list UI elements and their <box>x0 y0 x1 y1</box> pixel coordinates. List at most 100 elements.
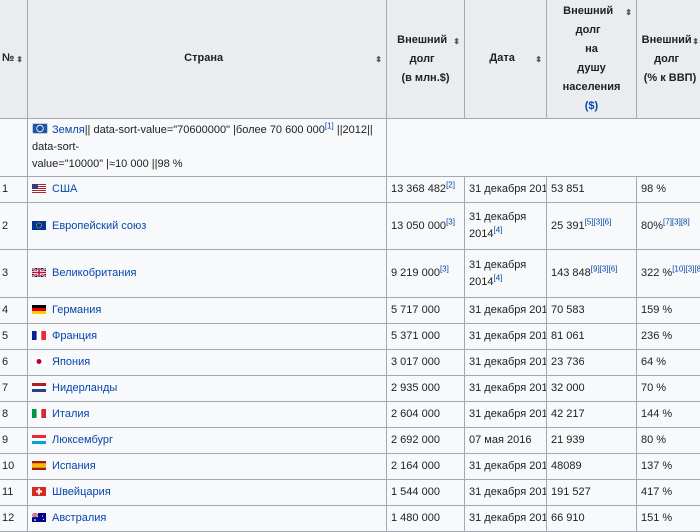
table-row: 11Швейцария1 544 00031 декабря 2012191 5… <box>0 480 700 506</box>
debt-per-capita-header-line2: на <box>551 40 632 59</box>
column-header-country[interactable]: Страна ⬍ <box>28 0 387 119</box>
country-link[interactable]: Испания <box>52 460 96 472</box>
debt-per-capita-cell: 70 583 <box>547 298 637 324</box>
external-debt-ref[interactable]: [3] <box>446 217 455 226</box>
debt-gdp-cell: 70 % <box>637 376 700 402</box>
debt-per-capita-header-line1: Внешний долг <box>551 2 632 40</box>
country-link[interactable]: Великобритания <box>52 267 136 279</box>
external-debt-ref[interactable]: [2] <box>446 180 455 189</box>
row-num-cell: 5 <box>0 324 28 350</box>
date-value: 31 декабря 2012 <box>469 408 547 420</box>
country-link[interactable]: Нидерланды <box>52 382 117 394</box>
external-debt-ref[interactable]: [3] <box>440 264 449 273</box>
debt-gdp-header-line2: долг <box>641 50 699 69</box>
external-debt-header-line2: долг <box>391 50 460 69</box>
date-ref[interactable]: [4] <box>493 225 502 234</box>
country-cell: Япония <box>28 350 387 376</box>
debt-per-capita-cell: 81 061 <box>547 324 637 350</box>
sort-icon[interactable]: ⬍ <box>453 32 460 51</box>
sort-icon[interactable]: ⬍ <box>625 3 632 22</box>
debt-per-capita-cell: 25 391[5][3][6] <box>547 203 637 250</box>
debt-gdp-cell: 151 % <box>637 506 700 532</box>
debt-gdp-ref[interactable]: [7][3][8] <box>663 217 690 226</box>
external-debt-value: 3 017 000 <box>391 356 440 368</box>
japan-flag-icon <box>32 355 48 366</box>
debt-per-capita-header-line4[interactable]: ($) <box>551 97 632 116</box>
debt-gdp-cell: 236 % <box>637 324 700 350</box>
row-num-cell: 7 <box>0 376 28 402</box>
debt-per-capita-value: 191 527 <box>551 486 591 498</box>
sort-icon[interactable]: ⬍ <box>535 50 542 69</box>
row-num-cell: 4 <box>0 298 28 324</box>
row-num-cell: 3 <box>0 250 28 298</box>
country-link[interactable]: Европейский союз <box>52 220 146 232</box>
sort-icon[interactable]: ⬍ <box>692 32 699 51</box>
sort-icon[interactable]: ⬍ <box>16 50 23 69</box>
column-header-debt-per-capita[interactable]: ⬍ Внешний долг на душу населения ($) <box>547 0 637 119</box>
debt-gdp-value: 322 % <box>641 267 672 279</box>
country-cell: Швейцария <box>28 480 387 506</box>
debt-per-capita-header-line3: душу населения <box>551 59 632 97</box>
date-cell: 31 декабря 2012 <box>465 376 547 402</box>
world-row: Земля|| data-sort-value="70600000" |боле… <box>0 119 700 177</box>
world-row-ref[interactable]: [1] <box>325 121 334 130</box>
debt-gdp-value: 80 % <box>641 434 666 446</box>
country-link[interactable]: Италия <box>52 408 89 420</box>
country-link[interactable]: Швейцария <box>52 486 111 498</box>
external-debt-value: 2 692 000 <box>391 434 440 446</box>
table-row: 6Япония3 017 00031 декабря 201223 73664 … <box>0 350 700 376</box>
row-number: 4 <box>2 304 8 316</box>
sort-icon[interactable]: ⬍ <box>375 50 382 69</box>
debt-per-capita-value: 66 910 <box>551 512 585 524</box>
eu-flag-icon <box>32 219 48 230</box>
spain-flag-icon <box>32 459 48 470</box>
country-link[interactable]: Франция <box>52 330 97 342</box>
table-row: 2Европейский союз13 050 000[3]31 декабря… <box>0 203 700 250</box>
external-debt-cell: 5 717 000 <box>387 298 465 324</box>
country-link[interactable]: Австралия <box>52 512 106 524</box>
debt-per-capita-ref[interactable]: [5][3][6] <box>585 217 612 226</box>
date-value: 31 декабря 2012 <box>469 486 547 498</box>
debt-gdp-value: 417 % <box>641 486 672 498</box>
country-cell: Великобритания <box>28 250 387 298</box>
date-cell: 31 декабря 2014[4] <box>465 250 547 298</box>
debt-per-capita-ref[interactable]: [9][3][6] <box>591 264 618 273</box>
external-debt-value: 2 604 000 <box>391 408 440 420</box>
debt-gdp-cell: 144 % <box>637 402 700 428</box>
column-header-external-debt[interactable]: ⬍ Внешний долг (в млн.$) <box>387 0 465 119</box>
table-row: 3 Великобритания 9 219 000[3]31 декабря 20… <box>0 250 700 298</box>
country-link[interactable]: США <box>52 183 77 195</box>
luxembourg-flag-icon <box>32 433 48 444</box>
italy-flag-icon <box>32 407 48 418</box>
debt-per-capita-cell: 32 000 <box>547 376 637 402</box>
column-header-debt-gdp[interactable]: ⬍ Внешний долг (% к ВВП) <box>637 0 700 119</box>
country-cell: Нидерланды <box>28 376 387 402</box>
num-header-label: № <box>2 52 14 64</box>
row-num-cell: 12 <box>0 506 28 532</box>
date-ref[interactable]: [4] <box>493 273 502 282</box>
earth-link[interactable]: Земля <box>52 124 85 136</box>
date-value: 31 декабря 2012 <box>469 382 547 394</box>
world-row-text3: value="10000" |≈10 000 ||98 % <box>32 158 183 170</box>
country-link[interactable]: Германия <box>52 304 101 316</box>
column-header-num[interactable]: № ⬍ <box>0 0 28 119</box>
external-debt-cell: 13 050 000[3] <box>387 203 465 250</box>
debt-per-capita-cell: 53 851 <box>547 177 637 203</box>
debt-gdp-value: 80% <box>641 220 663 232</box>
debt-gdp-ref[interactable]: [10][3][8] <box>672 264 700 273</box>
country-link[interactable]: Люксембург <box>52 434 113 446</box>
country-link[interactable]: Япония <box>52 356 90 368</box>
debt-per-capita-cell: 143 848[9][3][6] <box>547 250 637 298</box>
date-cell: 31 декабря 2012 <box>465 324 547 350</box>
debt-gdp-header-line3: (% к ВВП) <box>641 69 699 88</box>
row-num-cell: 9 <box>0 428 28 454</box>
external-debt-cell: 9 219 000[3] <box>387 250 465 298</box>
germany-flag-icon <box>32 303 48 314</box>
column-header-date[interactable]: Дата ⬍ <box>465 0 547 119</box>
table-row: 12Австралия1 480 00031 декабря 201466 91… <box>0 506 700 532</box>
debt-per-capita-value: 53 851 <box>551 183 585 195</box>
debt-gdp-cell: 417 % <box>637 480 700 506</box>
date-cell: 31 декабря 2014[4] <box>465 203 547 250</box>
table-row: 9Люксембург2 692 00007 мая 201621 93980 … <box>0 428 700 454</box>
debt-gdp-value: 159 % <box>641 304 672 316</box>
